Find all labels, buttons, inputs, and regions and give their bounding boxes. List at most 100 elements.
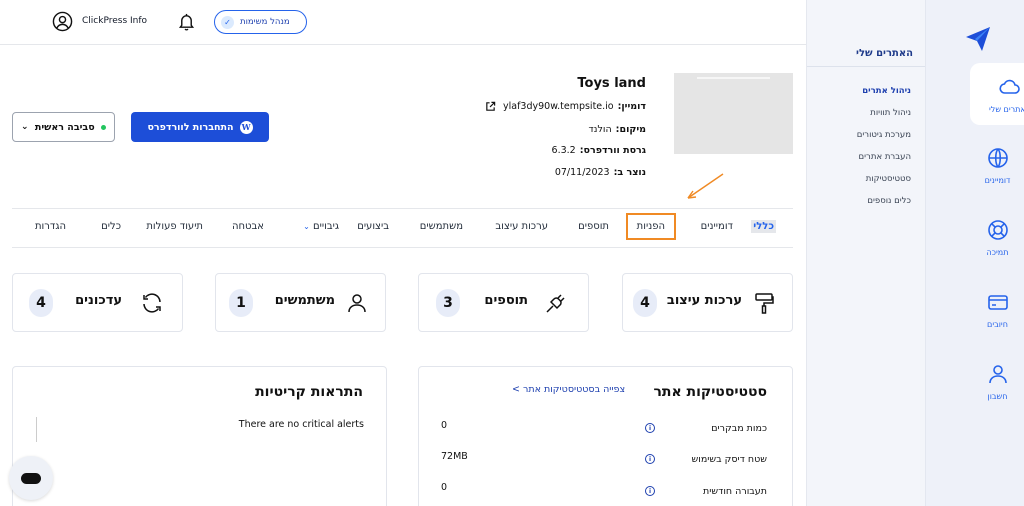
rail-label: האתרים שלי: [989, 104, 1024, 114]
visitors-value: 0: [441, 420, 448, 431]
site-thumbnail[interactable]: [674, 73, 793, 154]
bell-icon[interactable]: [178, 12, 195, 31]
disk-usage-label: שטח דיסק בשימוש: [691, 454, 767, 465]
environment-label: סביבה ראשית: [34, 121, 95, 133]
stat-count: 4: [633, 289, 657, 317]
top-bar: ClickPress Info ✓ מנהל משימות: [0, 0, 806, 45]
rail-item-domains[interactable]: דומיינים: [970, 134, 1024, 196]
refresh-icon: [143, 293, 161, 313]
info-icon[interactable]: i: [645, 486, 655, 496]
user-avatar-icon[interactable]: [52, 11, 73, 32]
wp-version-label: גרסת וורדפרס:: [579, 145, 646, 156]
location-row: מיקום: הולנד: [588, 124, 646, 135]
wp-version-row: גרסת וורדפרס: 6.3.2: [552, 145, 646, 156]
wp-version-value: 6.3.2: [551, 145, 576, 156]
critical-alerts-panel: התראות קריטיות: [12, 366, 387, 506]
tab-activity-log[interactable]: תיעוד פעולות: [146, 221, 203, 232]
rail-item-billing[interactable]: חיובים: [970, 278, 1024, 340]
credit-card-icon: [987, 294, 1008, 310]
paper-plane-logo-icon[interactable]: [963, 24, 993, 54]
view-site-stats-link[interactable]: צפייה בסטטיסטיקות אתר >: [512, 384, 625, 395]
lifebuoy-icon: [987, 219, 1008, 240]
alerts-title: התראות קריטיות: [255, 384, 363, 400]
info-icon[interactable]: i: [645, 423, 655, 433]
subnav-item-monitoring[interactable]: מערכת גיטורים: [857, 130, 911, 140]
tab-themes[interactable]: ערכות עיצוב: [495, 221, 548, 232]
tab-users[interactable]: משתמשים: [420, 221, 463, 232]
tab-performance[interactable]: ביצועים: [357, 221, 389, 232]
globe-icon: [987, 147, 1008, 168]
wp-login-label: התחברות לוורדפרס: [147, 121, 234, 133]
rail-label: תמיכה: [986, 247, 1009, 257]
stat-card-updates[interactable]: עדכונים 4: [12, 273, 183, 332]
stat-count: 1: [229, 289, 253, 317]
rail-label: חשבון: [987, 391, 1008, 401]
created-label: נוצר ב:: [613, 167, 646, 178]
subnav-item-more-tools[interactable]: כלים נוספים: [867, 196, 911, 206]
chevron-down-icon: ⌄: [303, 222, 310, 231]
divider: [36, 417, 37, 442]
created-value: 07/11/2023: [554, 167, 610, 178]
stat-label: משתמשים: [274, 293, 335, 308]
tab-backups[interactable]: גיבויים ⌄: [303, 221, 339, 232]
tab-backups-label: גיבויים: [313, 221, 339, 232]
domain-row: דומיין: ylaf3dy90w.tempsite.io: [485, 101, 646, 112]
rail-item-account[interactable]: חשבון: [970, 350, 1024, 412]
tab-settings[interactable]: הגדרות: [35, 221, 66, 232]
rail-label: דומיינים: [984, 175, 1011, 185]
plug-icon: [546, 294, 565, 313]
rail-label: חיובים: [987, 319, 1008, 329]
tab-general[interactable]: כללי: [751, 220, 776, 233]
stat-card-users[interactable]: משתמשים 1: [215, 273, 386, 332]
status-dot: [100, 124, 106, 130]
main-rail: האתרים שלי דומיינים תמיכה חיובים חשבון: [925, 0, 1024, 506]
subnav-item-migrate-sites[interactable]: העברת אתרים: [859, 152, 911, 162]
created-row: נוצר ב: 07/11/2023: [555, 167, 646, 178]
task-manager-label: מנהל משימות: [240, 17, 290, 27]
environment-select[interactable]: ⌄ סביבה ראשית: [12, 112, 115, 142]
stat-label: עדכונים: [75, 293, 122, 308]
stat-count: 3: [436, 289, 460, 317]
subnav-item-statistics[interactable]: סטטיסטיקות: [866, 174, 911, 184]
tab-domains[interactable]: דומיינים: [701, 221, 733, 232]
domain-label: דומיין:: [617, 101, 646, 112]
visitors-label: כמות מבקרים: [711, 423, 767, 434]
sub-sidebar: האתרים שלי ניהול אתרים ניהול תוויות מערכ…: [806, 0, 925, 506]
annotation-arrow-icon: [687, 173, 724, 199]
site-tabs: כללי דומיינים הפניות תוספים ערכות עיצוב …: [12, 208, 793, 248]
tab-tools[interactable]: כלים: [101, 221, 121, 232]
external-link-icon[interactable]: [485, 101, 496, 112]
stat-label: תוספים: [484, 293, 528, 308]
wordpress-login-button[interactable]: התחברות לוורדפרס W: [131, 112, 269, 142]
info-icon[interactable]: i: [645, 454, 655, 464]
stat-card-plugins[interactable]: תוספים 3: [418, 273, 589, 332]
rail-item-my-sites[interactable]: האתרים שלי: [970, 63, 1024, 125]
check-icon: ✓: [221, 15, 234, 29]
tab-security[interactable]: אבטחה: [232, 221, 264, 232]
rail-item-support[interactable]: תמיכה: [970, 206, 1024, 268]
no-alerts-text: There are no critical alerts: [238, 419, 364, 430]
stat-card-themes[interactable]: ערכות עיצוב 4: [622, 273, 793, 332]
paint-roller-icon: [755, 293, 774, 314]
stat-label: ערכות עיצוב: [666, 293, 742, 308]
monthly-traffic-label: תעבורה חודשית: [703, 486, 767, 497]
tab-redirects[interactable]: הפניות: [625, 213, 676, 240]
subnav-title: האתרים שלי: [856, 48, 913, 59]
chevron-down-icon: ⌄: [21, 122, 29, 132]
location-value: הולנד: [588, 124, 612, 135]
tab-plugins[interactable]: תוספים: [578, 221, 609, 232]
divider: [807, 66, 925, 67]
wordpress-icon: W: [239, 120, 253, 134]
user-name[interactable]: ClickPress Info: [82, 16, 147, 26]
task-manager-button[interactable]: ✓ מנהל משימות: [214, 10, 307, 34]
subnav-item-manage-labels[interactable]: ניהול תוויות: [870, 108, 911, 118]
disk-usage-value: 72MB: [441, 451, 468, 462]
chat-button[interactable]: [9, 456, 53, 500]
stat-count: 4: [29, 289, 53, 317]
site-stats-title: סטטיסטיקות אתר: [653, 384, 767, 400]
domain-value[interactable]: ylaf3dy90w.tempsite.io: [503, 101, 614, 112]
user-icon: [348, 294, 366, 313]
monthly-traffic-value: 0: [441, 482, 448, 493]
location-label: מיקום:: [615, 124, 646, 135]
subnav-item-manage-sites[interactable]: ניהול אתרים: [862, 86, 911, 96]
